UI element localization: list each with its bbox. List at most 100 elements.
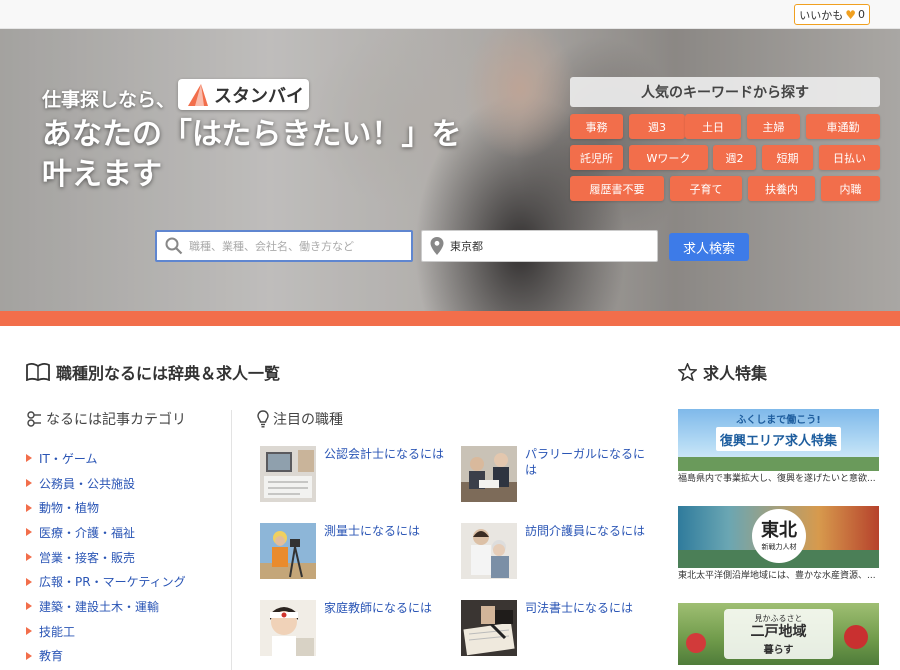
category-item[interactable]: 公務員・公共施設 <box>26 471 186 496</box>
map-pin-icon <box>430 237 444 255</box>
brand-logo: スタンバイ <box>178 79 309 110</box>
tohoku-banner: 東北 新戦力人材 <box>678 506 879 568</box>
triangle-bullet-icon <box>26 577 32 586</box>
job-card-home-care[interactable]: 訪問介護員になるには <box>461 523 645 579</box>
top-bar: いいかも ♥ 0 <box>0 0 900 29</box>
keyword-search-box <box>155 230 413 262</box>
job-title: 公認会計士になるには <box>324 447 445 461</box>
job-title: 家庭教師になるには <box>324 601 433 615</box>
category-icon <box>27 411 41 427</box>
category-label: 医療・介護・福祉 <box>39 525 136 540</box>
surveyor-thumbnail <box>260 523 316 579</box>
job-card-accountant[interactable]: 公認会計士になるには <box>260 446 444 502</box>
hero-headline-line1: あなたの「はたらきたい！」を <box>42 117 462 152</box>
paralegal-thumbnail <box>461 446 517 502</box>
hero-lead: 仕事探しなら、 <box>42 89 176 111</box>
lightbulb-icon <box>257 410 269 428</box>
category-item[interactable]: 医療・介護・福祉 <box>26 520 186 545</box>
hero-headline: あなたの「はたらきたい！」を 叶えます <box>42 115 502 195</box>
banner-subtitle: ふくしまで働こう! <box>736 415 821 426</box>
feature-card-ninohe[interactable]: 見かふるさと 二戸地域 暮らす <box>678 603 879 665</box>
category-item[interactable]: 建築・建設土木・運輸 <box>26 594 186 619</box>
keyword-button[interactable]: 土日 <box>685 114 741 139</box>
heart-icon: ♥ <box>845 7 856 22</box>
category-label: 技能工 <box>39 624 76 639</box>
keyword-panel-title: 人気のキーワードから探す <box>570 77 880 107</box>
keyword-button[interactable]: 子育て <box>670 176 742 201</box>
triangle-bullet-icon <box>26 479 32 488</box>
banner-subtitle: 新戦力人材 <box>761 543 797 551</box>
keyword-button[interactable]: 扶養内 <box>748 176 815 201</box>
open-book-icon <box>26 363 50 381</box>
brand-mark-icon <box>188 83 208 106</box>
job-title: 訪問介護員になるには <box>525 524 646 538</box>
triangle-bullet-icon <box>26 602 32 611</box>
search-icon <box>165 237 183 255</box>
keyword-button[interactable]: 日払い <box>819 145 880 170</box>
keyword-button[interactable]: 内職 <box>821 176 880 201</box>
banner-title: 二戸地域 <box>750 623 807 640</box>
category-item[interactable]: 動物・植物 <box>26 495 186 520</box>
triangle-bullet-icon <box>26 503 32 512</box>
category-item[interactable]: 教育 <box>26 644 186 669</box>
special-section-title: 求人特集 <box>678 360 767 384</box>
category-label: IT・ゲーム <box>39 451 98 466</box>
category-subtitle-text: なるには記事カテゴリ <box>46 412 186 428</box>
keyword-button[interactable]: 事務 <box>570 114 623 139</box>
triangle-bullet-icon <box>26 651 32 660</box>
location-search-box <box>421 230 658 262</box>
keyword-button[interactable]: 主婦 <box>747 114 800 139</box>
banner-tail: 暮らす <box>763 644 794 656</box>
featured-jobs-subtitle: 注目の職種 <box>257 409 343 429</box>
feature-card-tohoku[interactable]: 東北 新戦力人材 東北太平洋側沿岸地域には、豊かな水産資源、... <box>678 506 879 584</box>
banner-title: 東北 <box>761 520 797 541</box>
column-divider <box>231 410 232 670</box>
tutor-thumbnail <box>260 600 316 656</box>
keyword-button[interactable]: 車通勤 <box>806 114 880 139</box>
banner-title: 復興エリア求人特集 <box>716 427 841 451</box>
feature-caption: 東北太平洋側沿岸地域には、豊かな水産資源、... <box>678 571 876 581</box>
category-item[interactable]: 技能工 <box>26 619 186 644</box>
category-item[interactable]: 広報・PR・マーケティング <box>26 569 186 594</box>
keyword-button[interactable]: 託児所 <box>570 145 623 170</box>
favorites-count: 0 <box>858 8 865 21</box>
special-title-text: 求人特集 <box>703 364 768 383</box>
keyword-panel: 人気のキーワードから探す <box>570 77 880 107</box>
feature-card-fukushima[interactable]: ふくしまで働こう! 復興エリア求人特集 福島県内で事業拡大し、復興を遂げたいと意… <box>678 409 879 487</box>
job-card-judicial-scrivener[interactable]: 司法書士になるには <box>461 600 645 656</box>
home-care-thumbnail <box>461 523 517 579</box>
category-item[interactable]: 営業・接客・販売 <box>26 545 186 570</box>
keyword-search-input[interactable] <box>189 239 389 253</box>
keyword-button[interactable]: Wワーク <box>629 145 708 170</box>
keyword-button[interactable]: 短期 <box>762 145 813 170</box>
featured-jobs-subtitle-text: 注目の職種 <box>273 412 343 428</box>
favorites-label: いいかも <box>799 8 844 22</box>
job-title: 測量士になるには <box>324 524 421 538</box>
keyword-button[interactable]: 履歴書不要 <box>570 176 664 201</box>
banner-subtitle: 見かふるさと <box>754 613 803 623</box>
category-label: 営業・接客・販売 <box>39 550 136 565</box>
job-title: 司法書士になるには <box>525 601 634 615</box>
job-card-paralegal[interactable]: パラリーガルになるには <box>461 446 645 502</box>
category-label: 動物・植物 <box>39 501 100 516</box>
category-list: IT・ゲーム 公務員・公共施設 動物・植物 医療・介護・福祉 営業・接客・販売 … <box>26 446 186 668</box>
triangle-bullet-icon <box>26 627 32 636</box>
favorites-button[interactable]: いいかも ♥ 0 <box>794 4 870 25</box>
dictionary-title-text: 職種別なるには辞典＆求人一覧 <box>56 364 281 383</box>
category-item[interactable]: IT・ゲーム <box>26 446 186 471</box>
triangle-bullet-icon <box>26 454 32 463</box>
triangle-bullet-icon <box>26 553 32 562</box>
job-card-surveyor[interactable]: 測量士になるには <box>260 523 444 579</box>
hero-headline-line2: 叶えます <box>42 157 162 192</box>
location-search-input[interactable] <box>450 239 650 253</box>
job-title: パラリーガルになるには <box>525 447 646 477</box>
ninohe-banner: 見かふるさと 二戸地域 暮らす <box>678 603 879 665</box>
job-card-tutor[interactable]: 家庭教師になるには <box>260 600 444 656</box>
keyword-button[interactable]: 週2 <box>713 145 756 170</box>
star-icon <box>678 363 697 381</box>
dictionary-section-title: 職種別なるには辞典＆求人一覧 <box>26 360 280 384</box>
triangle-bullet-icon <box>26 528 32 537</box>
brand-name: スタンバイ <box>214 85 304 107</box>
keyword-button[interactable]: 週3 <box>629 114 685 139</box>
job-search-button[interactable]: 求人検索 <box>669 233 749 261</box>
